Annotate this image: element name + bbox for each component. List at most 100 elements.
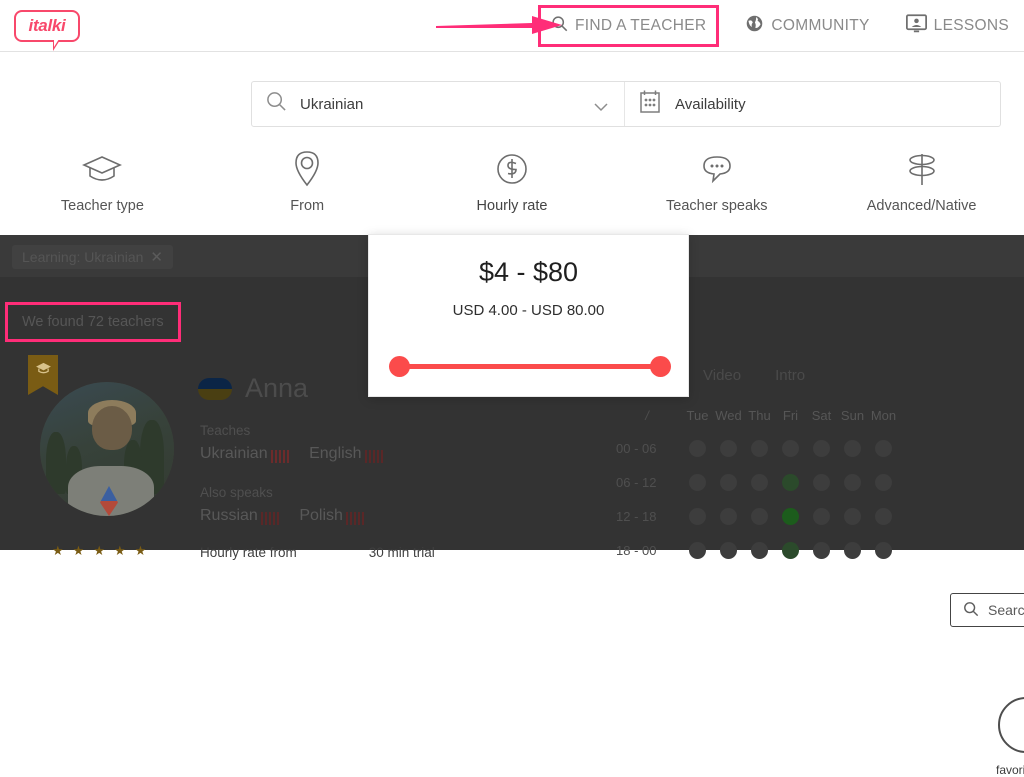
clock-icon[interactable] [998,697,1024,753]
slider-max-handle[interactable] [650,356,671,377]
filter-from-label: From [290,198,325,214]
availability-dot [875,474,892,491]
availability-rows: 00 - 06 06 - 12 12 - 18 18 - 00 [612,440,899,559]
chevron-down-icon[interactable] [594,99,608,117]
availability-select[interactable]: Availability [625,82,1000,126]
teacher-card-footer: Hourly rate from 30 min trial [200,545,435,560]
availability-cell[interactable] [713,440,744,457]
rating-stars: ★ ★ ★ ★ ★ [52,543,146,559]
availability-cell[interactable] [868,474,899,491]
filter-teacher-type-label: Teacher type [60,198,144,214]
availability-cell[interactable] [744,474,775,491]
filter-advanced-native[interactable]: Advanced/Native [819,140,1024,235]
filter-teacher-speaks[interactable]: Teacher speaks [614,140,819,235]
availability-cell[interactable] [837,440,868,457]
filter-chip-learning[interactable]: Learning: Ukrainian ✕ [12,245,173,269]
availability-dot [875,440,892,457]
availability-dot [751,474,768,491]
media-tabs: Video Intro [703,367,805,384]
rate-range-title: $4 - $80 [478,257,579,287]
availability-cell[interactable] [744,508,775,525]
availability-day-header: / Tue Wed Thu Fri Sat Sun Mon [612,408,899,423]
availability-dot [689,508,706,525]
also-speaks-item: Russian [200,507,280,525]
availability-dot [720,542,737,559]
availability-dot [782,440,799,457]
availability-cell[interactable] [806,508,837,525]
availability-time-label: 06 - 12 [616,475,657,490]
filter-from[interactable]: From [205,140,410,235]
language-select[interactable]: Ukrainian [252,82,625,126]
teacher-avatar [40,382,174,516]
availability-label: Availability [675,95,746,113]
day-mon: Mon [870,408,897,423]
italki-logo[interactable]: italki [14,9,80,51]
availability-cell[interactable] [806,440,837,457]
trial-label: 30 min trial [368,545,435,560]
availability-cell[interactable] [868,508,899,525]
also-speaks-item: Polish [299,507,365,525]
availability-cell[interactable] [713,474,744,491]
clock-icon-label: favorite [996,763,1024,777]
filter-hourly-rate[interactable]: Hourly rate [410,140,615,235]
day-thu: Thu [748,408,771,423]
slider-min-handle[interactable] [389,356,410,377]
availability-cell[interactable] [806,474,837,491]
search-bar: Ukrainian Availability [251,81,1001,127]
slider-track [397,364,663,369]
availability-dot [751,440,768,457]
main-navigation: FIND A TEACHER COMMUNITY LESSONS [537,0,1016,52]
availability-cell[interactable] [744,440,775,457]
availability-dot [813,440,830,457]
availability-corner: / [645,408,649,423]
dollar-circle-icon [495,148,529,190]
availability-dot [689,542,706,559]
nav-lessons[interactable]: LESSONS [899,9,1016,43]
availability-cell[interactable] [837,474,868,491]
availability-cell[interactable] [775,474,806,491]
filter-advanced-native-label: Advanced/Native [866,198,977,214]
availability-cell[interactable] [713,508,744,525]
availability-cell[interactable] [775,508,806,525]
star-icon: ★ [134,543,147,558]
day-fri: Fri [782,408,799,423]
search-input[interactable]: Search [950,593,1024,627]
availability-dot [720,474,737,491]
availability-cell[interactable] [713,542,744,559]
availability-row: 18 - 00 [612,542,899,559]
teaches-language: English [309,445,362,462]
availability-cell[interactable] [744,542,775,559]
rate-range-slider[interactable] [389,356,671,378]
filter-hourly-rate-label: Hourly rate [476,198,548,214]
availability-cell[interactable] [868,542,899,559]
level-bars [270,450,290,463]
level-bars [345,512,365,525]
results-count: We found 72 teachers [5,302,181,342]
availability-cell[interactable] [837,542,868,559]
availability-cell[interactable] [682,542,713,559]
teacher-name[interactable]: Anna [245,373,308,404]
tab-intro[interactable]: Intro [775,367,805,384]
availability-cell[interactable] [868,440,899,457]
location-pin-icon [292,148,322,190]
availability-row: 00 - 06 [612,440,899,457]
availability-cell[interactable] [682,474,713,491]
availability-cell[interactable] [682,440,713,457]
lessons-icon [905,14,927,38]
star-icon: ★ [72,543,85,558]
availability-dot [782,508,799,525]
tab-video[interactable]: Video [703,367,741,384]
availability-dot [844,508,861,525]
nav-community[interactable]: COMMUNITY [738,9,876,43]
availability-cell[interactable] [682,508,713,525]
filter-teacher-speaks-label: Teacher speaks [666,198,768,214]
availability-cell[interactable] [806,542,837,559]
filter-teacher-type[interactable]: Teacher type [0,140,205,235]
availability-cell[interactable] [775,440,806,457]
availability-dot [813,508,830,525]
also-speaks-label: Also speaks [200,485,273,500]
close-icon[interactable]: ✕ [150,248,163,266]
availability-cell[interactable] [837,508,868,525]
availability-cell[interactable] [775,542,806,559]
nav-find-a-teacher[interactable]: FIND A TEACHER [537,5,720,47]
